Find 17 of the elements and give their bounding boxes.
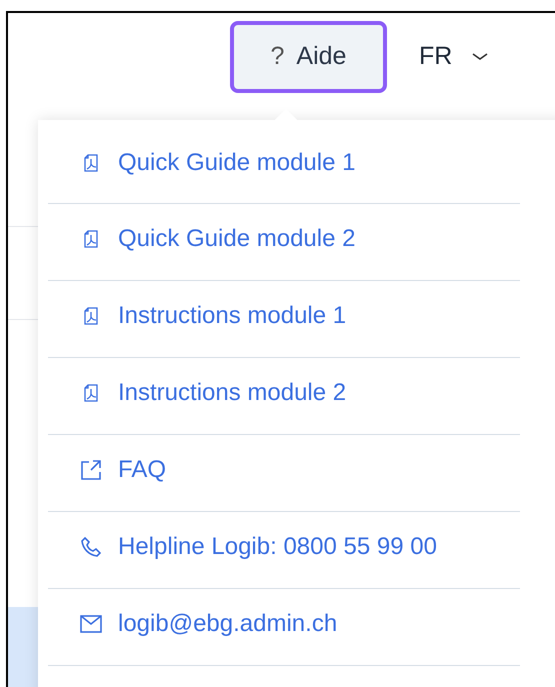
help-menu-link[interactable]: Quick Guide module 1 xyxy=(48,145,356,181)
pdf-file-icon xyxy=(84,307,98,325)
pdf-file-icon xyxy=(84,154,98,172)
language-selector[interactable]: FR xyxy=(419,38,488,76)
pdf-file-icon xyxy=(84,230,98,248)
help-menu-link[interactable]: Helpline Logib: 0800 55 99 00 xyxy=(48,529,437,565)
pdf-file-icon xyxy=(84,384,98,402)
help-menu-link[interactable]: FAQ xyxy=(48,452,166,488)
question-mark-icon: ? xyxy=(270,38,284,76)
mail-icon xyxy=(80,615,102,633)
external-link-icon xyxy=(80,459,102,481)
help-menu-link[interactable]: Quick Guide module 2 xyxy=(48,221,356,257)
help-button[interactable]: ? Aide xyxy=(230,21,387,93)
help-menu-link[interactable]: Instructions module 1 xyxy=(48,298,346,334)
help-menu-link[interactable]: logib@ebg.admin.ch xyxy=(48,606,338,642)
phone-icon xyxy=(80,536,102,558)
help-menu-link[interactable]: Instructions module 2 xyxy=(48,375,346,411)
